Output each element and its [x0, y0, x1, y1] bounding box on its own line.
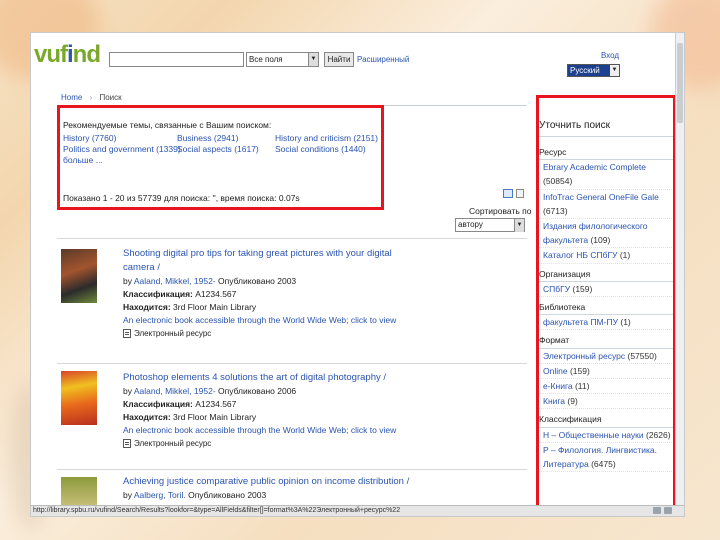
breadcrumb-home[interactable]: Home [61, 93, 82, 102]
divider [57, 363, 527, 364]
author-link[interactable]: Aaland, Mikkel, 1952- [134, 276, 216, 286]
format-label: Электронный ресурс [134, 439, 212, 448]
zone-icon [653, 507, 661, 514]
search-button[interactable]: Найти [324, 52, 354, 67]
chevron-down-icon: ▼ [308, 53, 318, 66]
search-input[interactable] [109, 52, 244, 67]
breadcrumb-current: Поиск [99, 93, 122, 102]
book-cover-image[interactable] [61, 477, 97, 507]
online-access-link[interactable]: An electronic book accessible through th… [123, 425, 396, 435]
chevron-down-icon: ▼ [610, 65, 619, 76]
language-value: Русский [570, 66, 600, 75]
vertical-scrollbar[interactable] [675, 33, 684, 507]
divider [57, 469, 527, 470]
record-title-link[interactable]: Shooting digital pro tips for taking gre… [123, 248, 392, 273]
document-icon [123, 329, 131, 338]
highlight-frame-refine [536, 95, 676, 515]
document-icon [123, 439, 131, 448]
chevron-down-icon: ▼ [514, 219, 524, 232]
browser-status-bar: http://library.spbu.ru/vufind/Search/Res… [31, 505, 684, 516]
divider [57, 238, 527, 239]
book-cover-image[interactable] [61, 249, 97, 303]
vufind-logo[interactable]: vufind [34, 41, 101, 69]
list-view-icon[interactable] [503, 189, 513, 198]
search-type-value: Все поля [249, 55, 283, 64]
advanced-search-link[interactable]: Расширенный [357, 55, 409, 64]
zoom-icon [664, 507, 672, 514]
format-label: Электронный ресурс [134, 329, 212, 338]
breadcrumb-separator: › [89, 93, 93, 102]
record-title-link[interactable]: Photoshop elements 4 solutions the art o… [123, 372, 386, 383]
rss-icon[interactable] [516, 189, 524, 198]
record-body: Shooting digital pro tips for taking gre… [123, 248, 397, 338]
status-icons [653, 507, 672, 514]
book-cover-image[interactable] [61, 371, 97, 425]
scrollbar-thumb[interactable] [677, 43, 683, 123]
record-title-link[interactable]: Achieving justice comparative public opi… [123, 476, 409, 487]
status-url: http://library.spbu.ru/vufind/Search/Res… [33, 507, 401, 514]
record-body: Achieving justice comparative public opi… [123, 476, 410, 500]
author-link[interactable]: Aaland, Mikkel, 1952- [134, 386, 216, 396]
online-access-link[interactable]: An electronic book accessible through th… [123, 315, 396, 325]
sort-select[interactable]: автору ▼ [455, 218, 525, 232]
record-body: Photoshop elements 4 solutions the art o… [123, 372, 397, 448]
browser-viewport: vufind Все поля ▼ Найти Расширенный Вход… [30, 32, 685, 517]
highlight-frame-recommended [57, 105, 384, 210]
login-link[interactable]: Вход [601, 51, 619, 60]
author-link[interactable]: Aalberg, Toril. [134, 490, 186, 500]
sort-value: автору [458, 220, 483, 229]
search-type-select[interactable]: Все поля ▼ [246, 52, 319, 67]
breadcrumb: Home › Поиск [61, 93, 122, 102]
language-select[interactable]: Русский ▼ [567, 64, 620, 77]
sort-label: Сортировать по [469, 206, 532, 216]
